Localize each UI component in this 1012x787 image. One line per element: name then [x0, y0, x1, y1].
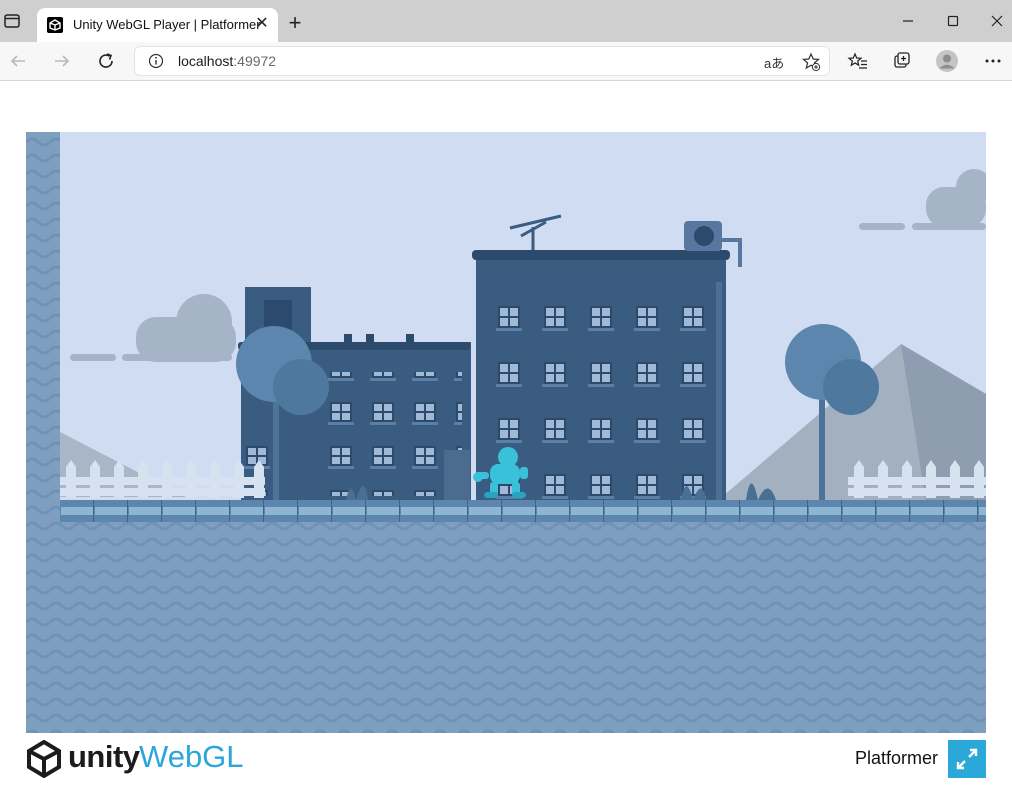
address-bar[interactable]: localhost:49972 aあ	[134, 46, 830, 76]
back-arrow-icon[interactable]	[6, 49, 30, 73]
unity-wordmark: unity	[68, 739, 140, 774]
more-options-icon[interactable]	[981, 49, 1005, 73]
site-info-icon[interactable]	[148, 53, 164, 69]
ground-platform	[60, 500, 986, 522]
unity-favicon-icon	[47, 17, 63, 33]
add-favorite-icon[interactable]	[801, 52, 821, 72]
build-title: Platformer	[854, 748, 938, 768]
new-tab-icon[interactable]: +	[284, 12, 306, 34]
tab-title: Unity WebGL Player | Platformer	[73, 17, 261, 32]
tab-actions-icon[interactable]	[4, 14, 20, 28]
url-host: localhost	[178, 53, 234, 69]
read-aloud-icon[interactable]: aあ	[764, 53, 784, 72]
ground-fill	[26, 512, 986, 733]
fullscreen-icon	[956, 748, 978, 770]
close-window-icon[interactable]	[982, 8, 1012, 34]
profile-avatar-icon[interactable]	[935, 49, 959, 73]
refresh-icon[interactable]	[94, 49, 118, 73]
tab-close-icon[interactable]: ✕	[253, 15, 271, 33]
fullscreen-button[interactable]	[948, 740, 986, 778]
forward-arrow-icon[interactable]	[50, 49, 74, 73]
browser-toolbar: localhost:49972 aあ	[0, 42, 1012, 81]
left-wall	[26, 132, 60, 733]
unity-game-canvas[interactable]	[26, 132, 986, 733]
unity-webgl-footer: unity WebGL Platformer	[26, 733, 986, 783]
minimize-icon[interactable]	[893, 8, 923, 34]
browser-tab-strip: Unity WebGL Player | Platformer ✕ +	[0, 0, 1012, 42]
collections-icon[interactable]	[890, 49, 914, 73]
url-port: :49972	[233, 53, 277, 69]
url-text[interactable]: localhost:49972	[178, 53, 276, 69]
favorites-icon[interactable]	[846, 49, 870, 73]
webgl-wordmark: WebGL	[139, 739, 244, 774]
browser-tab[interactable]: Unity WebGL Player | Platformer ✕	[37, 8, 278, 42]
unity-logo-icon	[27, 740, 61, 778]
maximize-icon[interactable]	[938, 8, 968, 34]
